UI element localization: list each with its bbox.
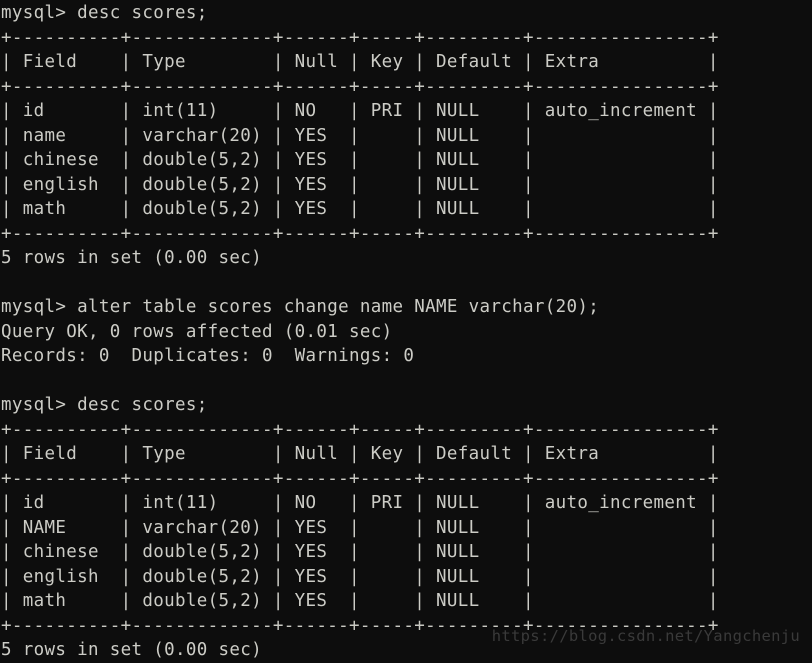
terminal-line: 5 rows in set (0.00 sec) (1, 248, 263, 268)
terminal-line: | math | double(5,2) | YES | | NULL | | (1, 591, 719, 611)
terminal-line: +----------+-------------+------+-----+-… (1, 27, 719, 48)
terminal-line: +----------+-------------+------+-----+-… (1, 76, 719, 97)
terminal-line: +----------+-------------+------+-----+-… (1, 419, 719, 440)
terminal-line: | Field | Type | Null | Key | Default | … (1, 444, 719, 464)
terminal-line: | NAME | varchar(20) | YES | | NULL | | (1, 517, 719, 538)
watermark-url: https://blog.csdn.net/Yangchenju (491, 627, 800, 645)
terminal-line: Records: 0 Duplicates: 0 Warnings: 0 (1, 346, 415, 366)
console-output: mysql> desc scores; +----------+--------… (0, 1, 812, 663)
terminal-line: mysql> alter table scores change name NA… (1, 297, 600, 317)
terminal-line: +----------+-------------+------+-----+-… (1, 223, 719, 244)
terminal-line: Query OK, 0 rows affected (0.01 sec) (1, 321, 393, 342)
terminal-line: | english | double(5,2) | YES | | NULL |… (1, 174, 719, 195)
terminal-line: | english | double(5,2) | YES | | NULL |… (1, 566, 719, 587)
terminal-line: +----------+-------------+------+-----+-… (1, 468, 719, 489)
terminal-line: mysql> desc scores; (1, 3, 208, 23)
terminal-line: | id | int(11) | NO | PRI | NULL | auto_… (1, 493, 719, 513)
terminal-line: | Field | Type | Null | Key | Default | … (1, 52, 719, 72)
terminal-line: | chinese | double(5,2) | YES | | NULL |… (1, 542, 719, 562)
terminal-line: | chinese | double(5,2) | YES | | NULL |… (1, 150, 719, 170)
terminal-line: | math | double(5,2) | YES | | NULL | | (1, 199, 719, 219)
terminal-line: mysql> desc scores; (1, 395, 208, 415)
terminal-line: | name | varchar(20) | YES | | NULL | | (1, 125, 719, 146)
terminal-line: | id | int(11) | NO | PRI | NULL | auto_… (1, 101, 719, 121)
terminal-window[interactable]: mysql> desc scores; +----------+--------… (0, 0, 812, 660)
